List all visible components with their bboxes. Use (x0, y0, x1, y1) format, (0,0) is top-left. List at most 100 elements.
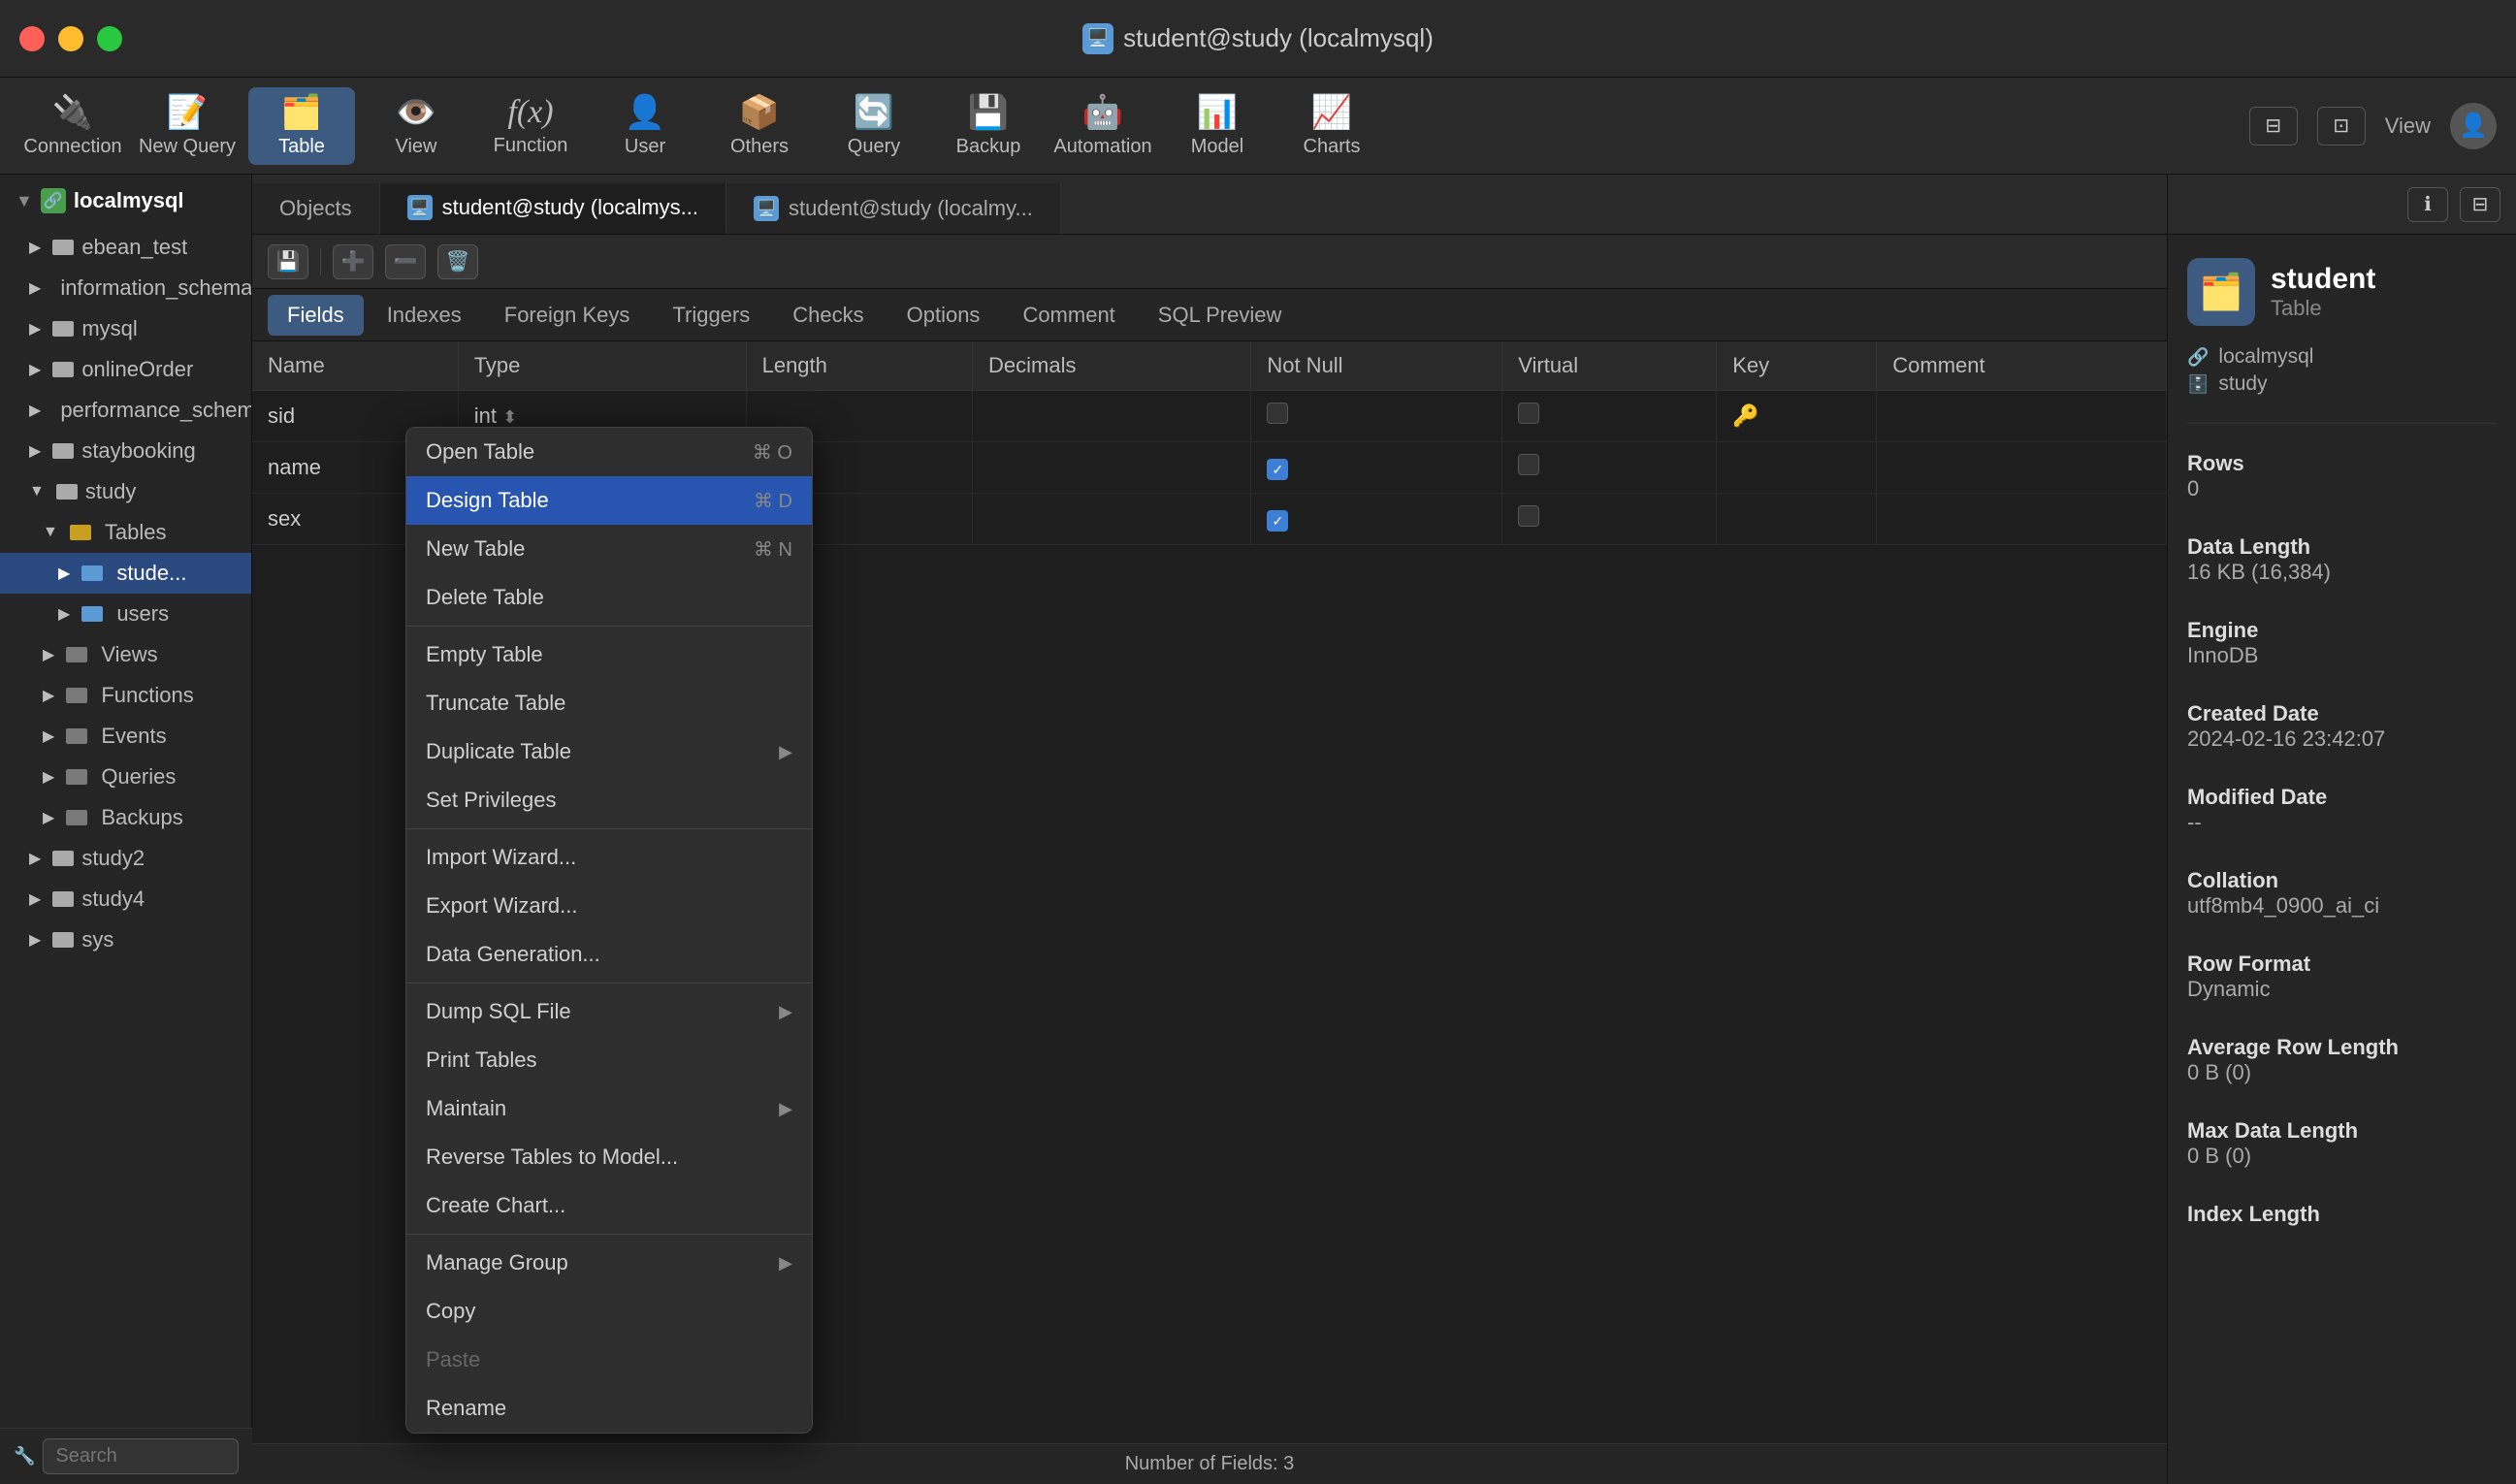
sidebar-item-functions[interactable]: ▶ Functions (0, 675, 251, 716)
view-toggle-btn[interactable]: ⊟ (2249, 107, 2298, 145)
sidebar-label: performance_schema (60, 398, 252, 423)
user-avatar[interactable]: 👤 (2450, 103, 2497, 149)
ctx-rename[interactable]: Rename (406, 1384, 812, 1433)
toolbar-view[interactable]: 👁️ View (363, 87, 469, 165)
prop-index-length-label: Index Length (2187, 1202, 2497, 1227)
sidebar-item-study2[interactable]: ▶ study2 (0, 838, 251, 879)
sidebar-item-views[interactable]: ▶ Views (0, 634, 251, 675)
ctx-new-table-shortcut: ⌘ N (754, 537, 792, 562)
panel-prop-row-format: Row Format Dynamic (2187, 952, 2497, 1002)
ctx-new-table[interactable]: New Table ⌘ N (406, 525, 812, 573)
sidebar-item-mysql[interactable]: ▶ mysql (0, 308, 251, 349)
sidebar-item-events[interactable]: ▶ Events (0, 716, 251, 757)
toolbar-connection[interactable]: 🔌 Connection (19, 87, 126, 165)
sidebar-item-information-schema[interactable]: ▶ information_schema (0, 268, 251, 308)
ctx-import-wizard[interactable]: Import Wizard... (406, 833, 812, 882)
panel-toggle-button[interactable]: ⊟ (2460, 187, 2500, 222)
panel-table-icon: 🗂️ (2187, 258, 2255, 326)
ctx-open-table[interactable]: Open Table ⌘ O (406, 428, 812, 476)
panel-db-name: 🗄️ study (2187, 372, 2497, 396)
ctx-copy[interactable]: Copy (406, 1287, 812, 1336)
prop-created-value: 2024-02-16 23:42:07 (2187, 726, 2497, 752)
view-icon: 👁️ (396, 93, 436, 132)
submenu-arrow: ▶ (779, 1099, 792, 1119)
ctx-duplicate-table-label: Duplicate Table (426, 739, 571, 764)
ctx-copy-label: Copy (426, 1299, 475, 1324)
sidebar-label: mysql (81, 316, 137, 341)
ctx-manage-group[interactable]: Manage Group ▶ (406, 1239, 812, 1287)
prop-rows-label: Rows (2187, 451, 2497, 476)
db-meta-icon: 🗄️ (2187, 374, 2209, 395)
db-icon (52, 932, 74, 948)
ctx-delete-table[interactable]: Delete Table (406, 573, 812, 622)
toolbar-query[interactable]: 🔄 Query (821, 87, 927, 165)
sidebar-item-study4[interactable]: ▶ study4 (0, 879, 251, 919)
sidebar-item-sys[interactable]: ▶ sys (0, 919, 251, 960)
toolbar-automation[interactable]: 🤖 Automation (1049, 87, 1156, 165)
folder-icon (66, 688, 87, 703)
expand-icon: ▼ (43, 524, 58, 541)
toolbar-model[interactable]: 📊 Model (1164, 87, 1271, 165)
prop-engine-label: Engine (2187, 618, 2497, 643)
toolbar-backup[interactable]: 💾 Backup (935, 87, 1042, 165)
ctx-design-table[interactable]: Design Table ⌘ D (406, 476, 812, 525)
panel-prop-modified: Modified Date -- (2187, 785, 2497, 835)
sidebar-item-ebean-test[interactable]: ▶ ebean_test (0, 227, 251, 268)
ctx-paste-label: Paste (426, 1347, 480, 1372)
submenu-arrow: ▶ (779, 742, 792, 762)
view-split-btn[interactable]: ⊡ (2317, 107, 2366, 145)
expand-icon: ▶ (43, 686, 54, 705)
ctx-create-chart-label: Create Chart... (426, 1193, 565, 1218)
backup-icon: 💾 (968, 93, 1009, 132)
ctx-reverse-tables[interactable]: Reverse Tables to Model... (406, 1133, 812, 1181)
toolbar-table[interactable]: 🗂️ Table (248, 87, 355, 165)
expand-icon: ▶ (29, 930, 41, 950)
prop-modified-label: Modified Date (2187, 785, 2497, 810)
others-icon: 📦 (739, 93, 780, 132)
ctx-print-tables[interactable]: Print Tables (406, 1036, 812, 1084)
prop-max-data-label: Max Data Length (2187, 1118, 2497, 1144)
connection-icon: 🔌 (52, 93, 93, 132)
ctx-empty-table[interactable]: Empty Table (406, 630, 812, 679)
panel-title-row: 🗂️ student Table (2187, 258, 2497, 326)
toolbar-function[interactable]: f(x) Function (477, 87, 584, 165)
info-button[interactable]: ℹ (2407, 187, 2448, 222)
sidebar-item-student[interactable]: ▶ stude... (0, 553, 251, 594)
sidebar-item-onlineorder[interactable]: ▶ onlineOrder (0, 349, 251, 390)
sidebar-item-staybooking[interactable]: ▶ staybooking (0, 431, 251, 471)
ctx-duplicate-table[interactable]: Duplicate Table ▶ (406, 727, 812, 776)
sidebar-label: stude... (116, 561, 186, 586)
sidebar-item-backups[interactable]: ▶ Backups (0, 797, 251, 838)
prop-collation-label: Collation (2187, 868, 2497, 893)
sidebar-item-queries[interactable]: ▶ Queries (0, 757, 251, 797)
sidebar-item-study[interactable]: ▼ study (0, 471, 251, 512)
sidebar-label: information_schema (60, 275, 252, 301)
ctx-set-privileges[interactable]: Set Privileges (406, 776, 812, 824)
toolbar-others[interactable]: 📦 Others (706, 87, 813, 165)
sidebar-root[interactable]: ▼ 🔗 localmysql (0, 175, 251, 227)
ctx-create-chart[interactable]: Create Chart... (406, 1181, 812, 1230)
maximize-button[interactable] (97, 26, 122, 51)
ctx-truncate-table[interactable]: Truncate Table (406, 679, 812, 727)
sidebar-item-performance-schema[interactable]: ▶ performance_schema (0, 390, 251, 431)
sidebar-item-tables[interactable]: ▼ Tables (0, 512, 251, 553)
sidebar-item-users[interactable]: ▶ users (0, 594, 251, 634)
ctx-dump-sql[interactable]: Dump SQL File ▶ (406, 987, 812, 1036)
ctx-data-generation[interactable]: Data Generation... (406, 930, 812, 979)
search-input[interactable] (43, 1438, 239, 1474)
search-icon: 🔧 (14, 1446, 35, 1467)
toolbar-right: ⊟ ⊡ View 👤 (2249, 103, 2497, 149)
close-button[interactable] (19, 26, 45, 51)
toolbar-new-query[interactable]: 📝 New Query (134, 87, 241, 165)
sidebar-label: Views (101, 642, 157, 667)
panel-info: 🗂️ student Table 🔗 localmysql 🗄️ study (2168, 235, 2516, 1264)
ctx-export-wizard[interactable]: Export Wizard... (406, 882, 812, 930)
panel-table-name: student (2271, 263, 2375, 296)
toolbar-charts[interactable]: 📈 Charts (1278, 87, 1385, 165)
toolbar-user[interactable]: 👤 User (592, 87, 698, 165)
context-menu-overlay[interactable]: Open Table ⌘ O Design Table ⌘ D New Tabl… (252, 175, 2167, 1484)
ctx-maintain[interactable]: Maintain ▶ (406, 1084, 812, 1133)
minimize-button[interactable] (58, 26, 83, 51)
ctx-import-wizard-label: Import Wizard... (426, 845, 576, 870)
prop-collation-value: utf8mb4_0900_ai_ci (2187, 893, 2497, 919)
